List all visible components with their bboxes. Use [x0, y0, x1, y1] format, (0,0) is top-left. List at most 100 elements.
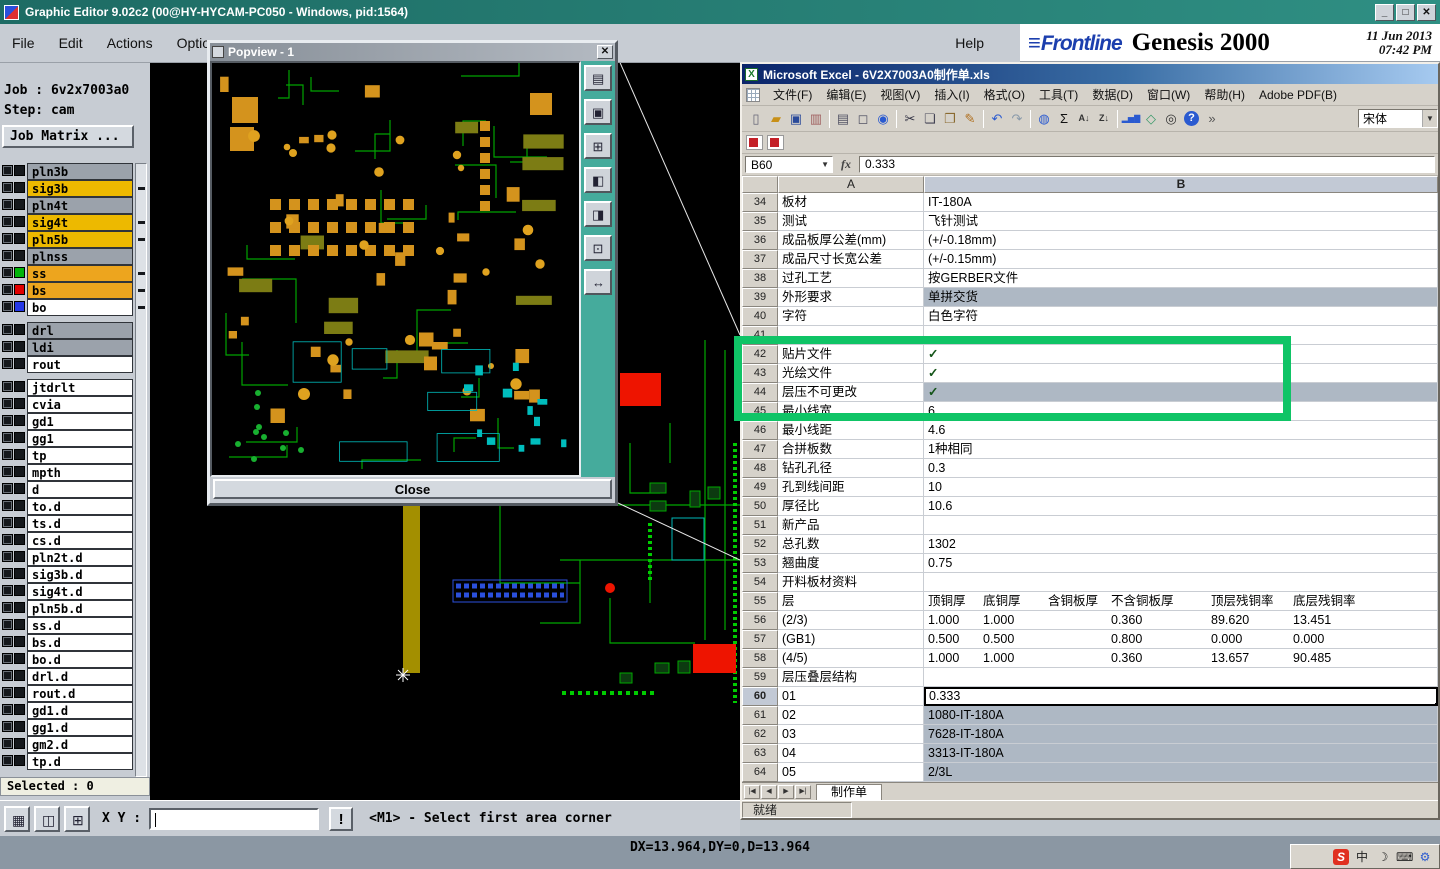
layer-visibility-checkbox[interactable]	[2, 233, 13, 244]
layer-row-sig3b[interactable]: sig3b	[2, 180, 133, 197]
layer-color-swatch[interactable]	[14, 738, 25, 749]
drawing-icon[interactable]: ◇	[1141, 110, 1161, 128]
layer-color-swatch[interactable]	[14, 449, 25, 460]
layer-visibility-checkbox[interactable]	[2, 619, 13, 630]
layer-color-swatch[interactable]	[14, 398, 25, 409]
cell-A60[interactable]: 01	[778, 687, 924, 706]
cell-B49[interactable]: 10	[924, 478, 1438, 497]
layer-color-swatch[interactable]	[14, 619, 25, 630]
wrench-icon[interactable]: ⚙	[1417, 849, 1433, 865]
layer-visibility-checkbox[interactable]	[2, 358, 13, 369]
layer-color-swatch[interactable]	[14, 324, 25, 335]
layer-color-swatch[interactable]	[14, 250, 25, 261]
layer-color-swatch[interactable]	[14, 341, 25, 352]
cell-A63[interactable]: 04	[778, 744, 924, 763]
popview-tool-zoom-area-icon[interactable]: ⊡	[584, 235, 612, 261]
sort-asc-icon[interactable]: A↓	[1074, 110, 1094, 128]
open-icon[interactable]: ▰	[766, 110, 786, 128]
layer-visibility-checkbox[interactable]	[2, 449, 13, 460]
excel-menu-插入(I)[interactable]: 插入(I)	[927, 86, 976, 103]
cell-B50[interactable]: 10.6	[924, 497, 1438, 516]
layer-visibility-checkbox[interactable]	[2, 568, 13, 579]
layer-visibility-checkbox[interactable]	[2, 500, 13, 511]
layer-visibility-checkbox[interactable]	[2, 670, 13, 681]
alert-button[interactable]: !	[329, 806, 354, 831]
print-preview-icon[interactable]: ◻	[853, 110, 873, 128]
layer-visibility-checkbox[interactable]	[2, 284, 13, 295]
layer-color-swatch[interactable]	[14, 500, 25, 511]
popview-tool-export-view-icon[interactable]: ▤	[584, 65, 612, 91]
row-header-48[interactable]: 48	[742, 459, 778, 478]
cell-B62[interactable]: 7628-IT-180A	[924, 725, 1438, 744]
cell-B52[interactable]: 1302	[924, 535, 1438, 554]
layer-row-pln3b[interactable]: pln3b	[2, 163, 133, 180]
cell-A53[interactable]: 翘曲度	[778, 554, 924, 573]
layer-color-swatch[interactable]	[14, 602, 25, 613]
row-header-60[interactable]: 60	[742, 687, 778, 706]
layer-row-pln5b.d[interactable]: pln5b.d	[2, 600, 133, 617]
font-name-combo[interactable]: 宋体 ▼	[1358, 109, 1438, 128]
row-header-55[interactable]: 55	[742, 592, 778, 611]
cell-A50[interactable]: 厚径比	[778, 497, 924, 516]
cell-B37[interactable]: (+/-0.15mm)	[924, 250, 1438, 269]
sheet-tab[interactable]: 制作单	[816, 783, 883, 800]
layer-row-gd1.d[interactable]: gd1.d	[2, 702, 133, 719]
cell-A41[interactable]	[778, 326, 924, 345]
help-icon[interactable]: ?	[1184, 111, 1199, 126]
layer-row-sig4t[interactable]: sig4t	[2, 214, 133, 231]
row-header-38[interactable]: 38	[742, 269, 778, 288]
row-header-39[interactable]: 39	[742, 288, 778, 307]
cell-B54[interactable]	[924, 573, 1438, 592]
cell-B51[interactable]	[924, 516, 1438, 535]
layer-visibility-checkbox[interactable]	[2, 432, 13, 443]
layer-visibility-checkbox[interactable]	[2, 483, 13, 494]
cell-B64[interactable]: 2/3L	[924, 763, 1438, 782]
popview-close-button[interactable]: Close	[213, 479, 612, 499]
cell-A62[interactable]: 03	[778, 725, 924, 744]
layer-visibility-checkbox[interactable]	[2, 721, 13, 732]
menu-edit[interactable]: Edit	[47, 35, 95, 51]
layer-visibility-checkbox[interactable]	[2, 324, 13, 335]
next-sheet-icon[interactable]: ▶	[778, 784, 794, 799]
layer-visibility-checkbox[interactable]	[2, 165, 13, 176]
layer-row-drl[interactable]: drl	[2, 322, 133, 339]
layer-row-plnss[interactable]: plnss	[2, 248, 133, 265]
name-box[interactable]: B60 ▼	[745, 156, 833, 173]
menu-file[interactable]: File	[0, 35, 47, 51]
layer-row-pln5b[interactable]: pln5b	[2, 231, 133, 248]
row-header-54[interactable]: 54	[742, 573, 778, 592]
row-header-62[interactable]: 62	[742, 725, 778, 744]
cell-A49[interactable]: 孔到线间距	[778, 478, 924, 497]
row-header-51[interactable]: 51	[742, 516, 778, 535]
last-sheet-icon[interactable]: ▶|	[795, 784, 811, 799]
layer-row-pln2t.d[interactable]: pln2t.d	[2, 549, 133, 566]
cell-A35[interactable]: 测试	[778, 212, 924, 231]
row-header-42[interactable]: 42	[742, 345, 778, 364]
layer-color-swatch[interactable]	[14, 301, 25, 312]
layer-visibility-checkbox[interactable]	[2, 466, 13, 477]
cell-B46[interactable]: 4.6	[924, 421, 1438, 440]
layer-row-rout[interactable]: rout	[2, 356, 133, 373]
layer-visibility-checkbox[interactable]	[2, 267, 13, 278]
adobe-pdf-email-icon[interactable]	[767, 135, 784, 150]
layer-visibility-checkbox[interactable]	[2, 534, 13, 545]
layer-row-tp[interactable]: tp	[2, 447, 133, 464]
layer-color-swatch[interactable]	[14, 534, 25, 545]
layer-visibility-checkbox[interactable]	[2, 551, 13, 562]
coordinate-input[interactable]	[149, 807, 320, 830]
excel-menu-数据(D)[interactable]: 数据(D)	[1085, 86, 1140, 103]
format-painter-icon[interactable]: ✎	[960, 110, 980, 128]
chevron-down-icon[interactable]: ▼	[821, 160, 832, 169]
row-header-40[interactable]: 40	[742, 307, 778, 326]
cell-A54[interactable]: 开料板材资料	[778, 573, 924, 592]
excel-menu-文件(F)[interactable]: 文件(F)	[766, 86, 819, 103]
cell-A58[interactable]: (4/5)	[778, 649, 924, 668]
layer-color-swatch[interactable]	[14, 165, 25, 176]
cell-B40[interactable]: 白色字符	[924, 307, 1438, 326]
toolbar-options-icon[interactable]: »	[1202, 110, 1222, 128]
cell-A47[interactable]: 合拼板数	[778, 440, 924, 459]
layer-row-d[interactable]: d	[2, 481, 133, 498]
paste-icon[interactable]: ❐	[940, 110, 960, 128]
layer-row-gm2.d[interactable]: gm2.d	[2, 736, 133, 753]
cell-B42[interactable]: ✓	[924, 345, 1438, 364]
